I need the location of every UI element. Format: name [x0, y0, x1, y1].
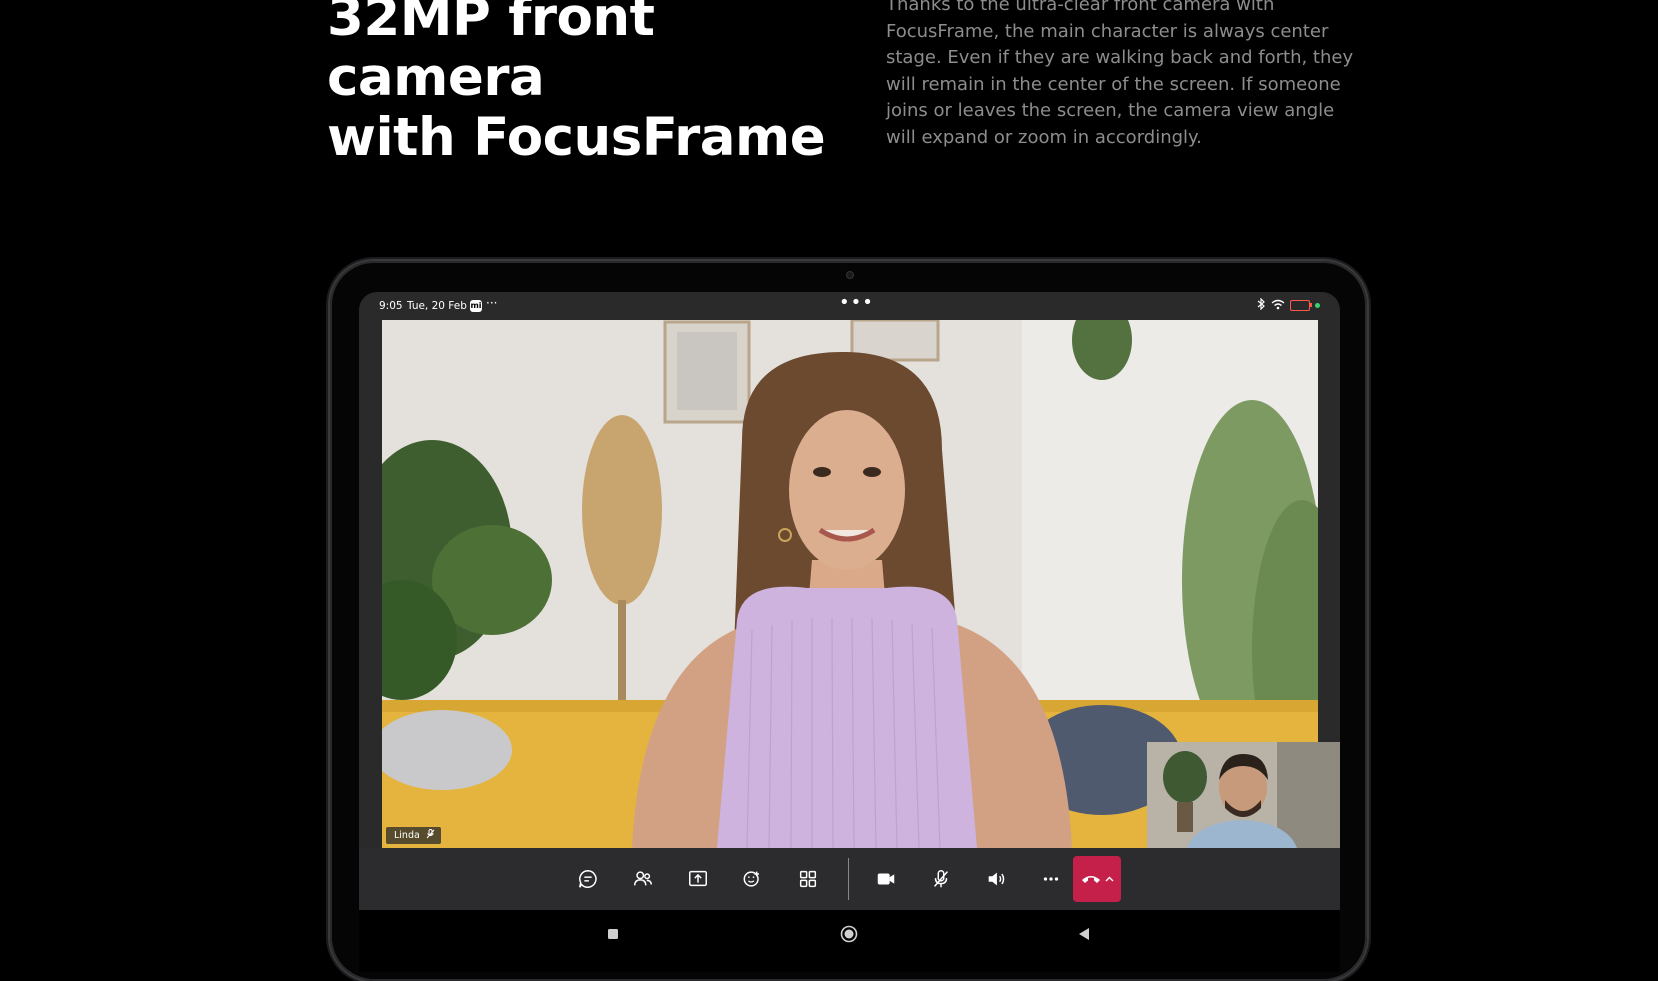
grid-icon	[799, 870, 817, 888]
back-icon	[1079, 928, 1089, 940]
status-date: Tue, 20 Feb	[407, 300, 467, 312]
status-bar: 9:05 Tue, 20 Feb mi ··· •••	[359, 292, 1340, 320]
call-control-bar	[359, 848, 1340, 910]
hang-up-button[interactable]	[1073, 856, 1121, 902]
speaker-button[interactable]	[977, 860, 1015, 898]
recents-icon	[608, 929, 618, 939]
battery-icon	[1290, 300, 1312, 311]
bluetooth-icon	[1257, 297, 1266, 313]
participant-name: Linda	[394, 830, 420, 841]
window-menu-dots[interactable]: •••	[839, 292, 874, 313]
participants-button[interactable]	[624, 860, 662, 898]
reaction-icon	[743, 871, 759, 887]
camera-button[interactable]	[867, 860, 905, 898]
hang-up-icon	[1081, 876, 1100, 883]
headline-line-1: 32MP front camera	[327, 0, 655, 108]
reactions-button[interactable]	[734, 860, 772, 898]
layout-button[interactable]	[789, 860, 827, 898]
chat-button[interactable]	[569, 860, 607, 898]
chevron-up-icon[interactable]	[1105, 876, 1114, 882]
share-icon	[689, 870, 707, 887]
speaker-icon	[988, 872, 1005, 886]
status-time: 9:05	[379, 300, 403, 312]
headline-line-2: with FocusFrame	[327, 107, 826, 168]
wifi-icon	[1271, 299, 1285, 313]
home-button[interactable]	[839, 924, 859, 944]
people-icon	[634, 871, 652, 886]
front-camera-icon	[846, 271, 854, 279]
headline: 32MP front camera with FocusFrame	[327, 0, 847, 168]
tablet-side-key	[326, 330, 329, 382]
recents-button[interactable]	[603, 924, 623, 944]
more-icon	[1043, 877, 1059, 881]
description: Thanks to the ultra-clear front camera w…	[886, 0, 1354, 148]
microphone-button[interactable]	[922, 860, 960, 898]
privacy-dot-icon	[1315, 303, 1320, 308]
system-nav-bar	[359, 910, 1340, 972]
more-button[interactable]	[1032, 860, 1070, 898]
back-button[interactable]	[1074, 924, 1094, 944]
self-view-video[interactable]	[1147, 742, 1340, 848]
status-icons	[1257, 297, 1320, 313]
self-view-scene	[1147, 742, 1340, 848]
share-screen-button[interactable]	[679, 860, 717, 898]
tablet-screen: 9:05 Tue, 20 Feb mi ··· ••• Linda	[359, 292, 1340, 972]
mic-off-icon	[426, 829, 435, 842]
control-divider	[848, 858, 849, 900]
video-camera-icon	[877, 873, 895, 885]
mic-off-icon	[934, 870, 948, 888]
participant-name-tag: Linda	[386, 827, 441, 844]
status-more: ···	[486, 296, 498, 310]
home-icon	[840, 925, 858, 943]
chat-icon	[579, 870, 597, 888]
mi-app-icon: mi	[470, 300, 482, 312]
